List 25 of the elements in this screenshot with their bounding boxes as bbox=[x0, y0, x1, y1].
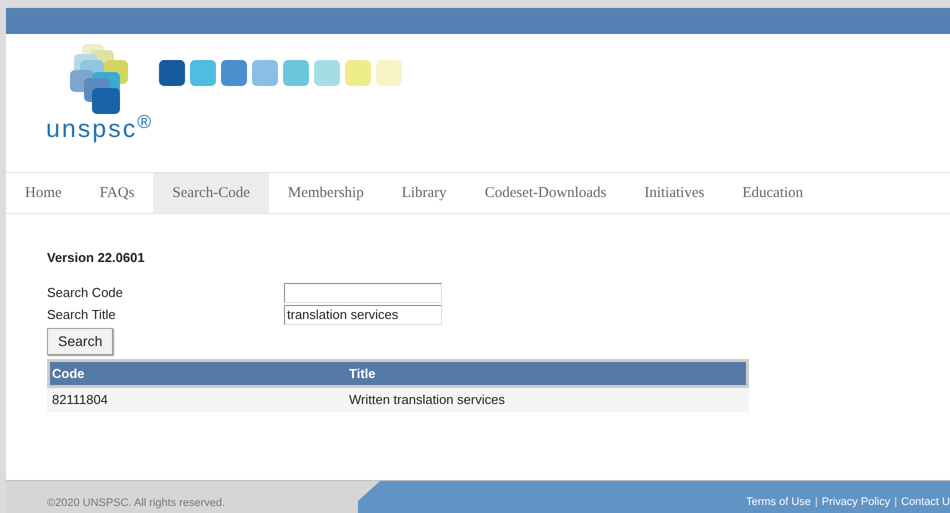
table-cell-text: 82111804 bbox=[51, 391, 109, 409]
nav-tab[interactable]: Home bbox=[6, 173, 81, 213]
input-field[interactable] bbox=[284, 282, 442, 302]
footer-link[interactable]: Terms of Use bbox=[746, 494, 811, 510]
column-header: Code bbox=[51, 364, 86, 382]
nav-tab[interactable]: FAQs bbox=[80, 173, 154, 213]
search-button[interactable]: Search bbox=[47, 328, 114, 354]
table-cell-text: Written translation services bbox=[348, 391, 506, 409]
nav-tab[interactable]: Codeset-Downloads bbox=[466, 173, 626, 213]
field-label: Search Code bbox=[47, 284, 124, 302]
field-label: Search Title bbox=[47, 306, 117, 324]
version-heading: Version 22.0601 bbox=[47, 249, 145, 267]
input-field[interactable]: translation services bbox=[284, 304, 442, 324]
copyright-text: ©2020 UNSPSC. All rights reserved. bbox=[47, 496, 226, 511]
logo-text: unspsc$^{®}$ bbox=[46, 117, 154, 142]
nav-tab[interactable]: Initiatives bbox=[625, 173, 724, 213]
footer-link[interactable]: Privacy Policy bbox=[822, 494, 890, 510]
nav-tab[interactable]: Education bbox=[723, 173, 822, 213]
nav-tab[interactable]: Membership bbox=[268, 173, 383, 213]
footer-link[interactable]: Contact U bbox=[901, 494, 950, 510]
nav-tab[interactable]: Library bbox=[382, 173, 466, 213]
link-separator: | bbox=[894, 494, 898, 510]
column-header: Title bbox=[348, 364, 376, 382]
nav-tab[interactable]: Search-Code bbox=[153, 173, 269, 213]
link-separator: | bbox=[814, 494, 818, 510]
